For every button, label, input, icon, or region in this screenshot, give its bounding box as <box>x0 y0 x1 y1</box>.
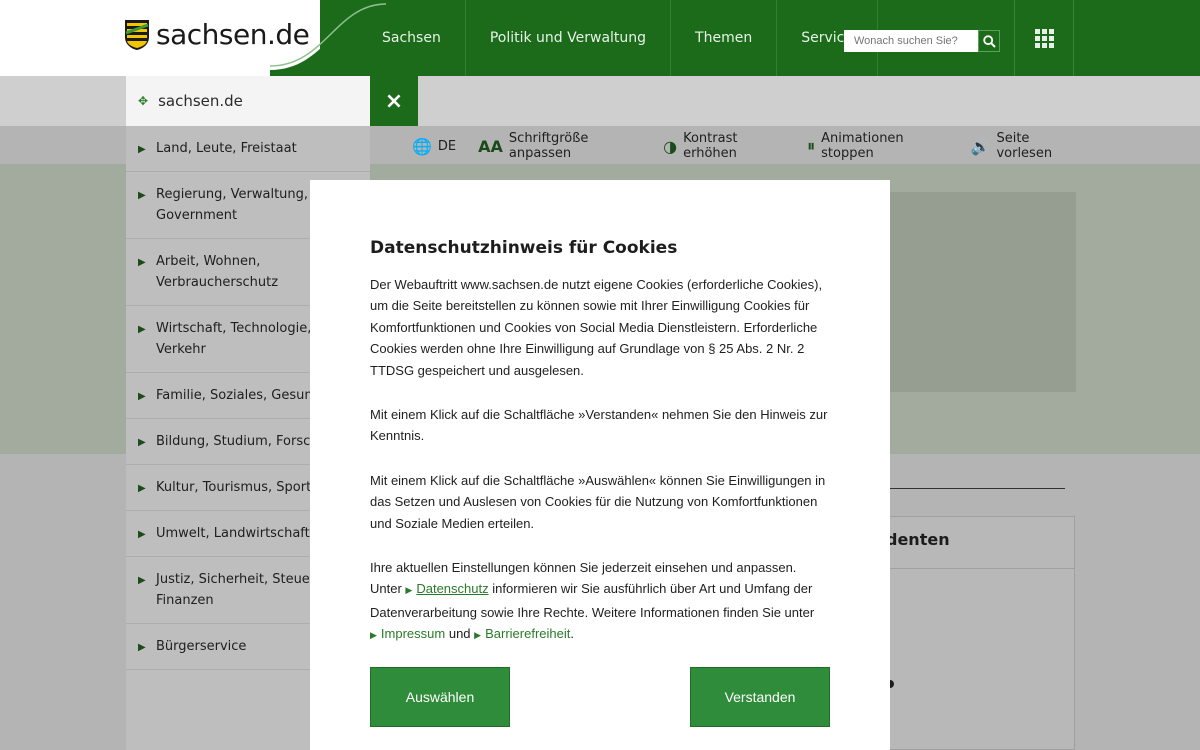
dialog-paragraph-understood: Mit einem Klick auf die Schaltfläche »Ve… <box>370 407 828 444</box>
chevron-right-icon: ▶ <box>138 144 146 155</box>
globe-icon: 🌐 <box>412 136 432 156</box>
chevron-right-icon: ▶ <box>138 483 146 494</box>
animations-label: Animationen stoppen <box>821 131 904 161</box>
search-button[interactable] <box>978 30 1000 52</box>
site-header: sachsen.de Sachsen Politik und Verwaltun… <box>0 0 1200 76</box>
site-logo[interactable]: sachsen.de <box>124 18 310 51</box>
link-arrow-icon: ▶ <box>474 630 482 641</box>
contrast-icon: ◑ <box>663 136 678 156</box>
dialog-title: Datenschutzhinweis für Cookies <box>370 238 678 258</box>
speaker-icon: 🔊 <box>970 136 991 156</box>
chevron-right-icon: ▶ <box>138 257 146 268</box>
dialog-paragraph-links: Ihre aktuellen Einstellungen können Sie … <box>370 560 815 642</box>
cookie-consent-dialog: Datenschutzhinweis für Cookies Der Webau… <box>310 180 890 750</box>
chevron-right-icon: ▶ <box>138 575 146 586</box>
font-size-icon: AA <box>478 136 503 156</box>
dialog-paragraph-intro: Der Webauftritt www.sachsen.de nutzt eig… <box>370 277 823 378</box>
accessibility-link[interactable]: Barrierefreiheit <box>485 626 570 641</box>
search-form <box>844 30 1000 52</box>
pause-icon: ⏸ <box>807 136 816 155</box>
chevron-right-icon: ▶ <box>138 642 146 653</box>
contrast-label: Kontrast erhöhen <box>683 131 738 161</box>
sidebar-header-label: sachsen.de <box>158 92 243 110</box>
search-icon <box>982 34 996 48</box>
animations-button[interactable]: ⏸ Animationen stoppen <box>807 131 948 161</box>
saxony-coat-of-arms-icon <box>124 19 150 51</box>
chevron-right-icon: ▶ <box>138 437 146 448</box>
contrast-button[interactable]: ◑ Kontrast erhöhen <box>663 131 785 161</box>
nav-item-politik-und-verwaltung[interactable]: Politik und Verwaltung <box>466 0 672 76</box>
nav-item-themen[interactable]: Themen <box>671 0 778 76</box>
logo-text: sachsen.de <box>156 18 310 51</box>
side-card-title: denten <box>886 530 950 549</box>
diamond-icon: ✥ <box>138 94 149 108</box>
grid-menu-icon <box>1034 28 1054 48</box>
read-aloud-button[interactable]: 🔊 Seite vorlesen <box>971 131 1080 161</box>
read-aloud-label: Seite vorlesen <box>996 131 1053 161</box>
search-input[interactable] <box>844 30 978 52</box>
main-navigation: Sachsen Politik und Verwaltung Themen Se… <box>370 0 878 76</box>
app-menu-button[interactable] <box>1014 0 1074 76</box>
chevron-right-icon: ▶ <box>138 529 146 540</box>
font-size-button[interactable]: AA Schriftgröße anpassen <box>478 131 641 161</box>
language-switch[interactable]: 🌐 DE <box>412 137 456 156</box>
understood-button[interactable]: Verstanden <box>690 667 830 727</box>
link-arrow-icon: ▶ <box>405 585 413 596</box>
accessibility-toolbar: 🌐 DE AA Schriftgröße anpassen ◑ Kontrast… <box>370 126 1080 166</box>
font-size-label: Schriftgröße anpassen <box>508 131 589 161</box>
select-cookies-button[interactable]: Auswählen <box>370 667 510 727</box>
nav-item-sachsen[interactable]: Sachsen <box>370 0 466 76</box>
dialog-paragraph-select: Mit einem Klick auf die Schaltfläche »Au… <box>370 472 826 531</box>
chevron-right-icon: ▶ <box>138 391 146 402</box>
sidebar-header[interactable]: ✥ sachsen.de <box>126 76 370 126</box>
close-menu-button[interactable]: × <box>370 76 418 126</box>
chevron-right-icon: ▶ <box>138 324 146 335</box>
privacy-link[interactable]: Datenschutz <box>416 581 488 596</box>
imprint-link[interactable]: Impressum <box>381 626 445 641</box>
side-card <box>870 516 1075 750</box>
chevron-right-icon: ▶ <box>138 190 146 201</box>
language-label: DE <box>437 138 457 154</box>
close-icon: × <box>384 88 404 114</box>
divider <box>890 488 1065 489</box>
link-arrow-icon: ▶ <box>370 630 377 641</box>
divider <box>870 568 1075 569</box>
sidebar-item-land-leute-freistaat[interactable]: ▶ Land, Leute, Freistaat <box>126 126 370 172</box>
